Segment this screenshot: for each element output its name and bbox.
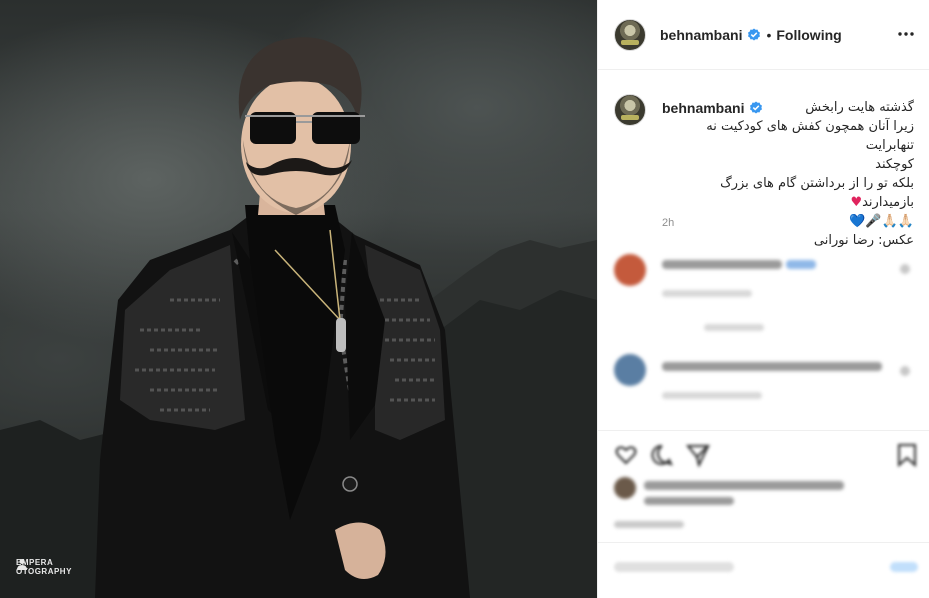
avatar[interactable] <box>614 18 646 51</box>
bookmark-icon[interactable] <box>896 443 918 467</box>
post-photo-artwork <box>0 37 597 598</box>
microphone-pendant <box>336 318 346 352</box>
add-comment-input[interactable] <box>614 562 734 572</box>
caption-line-3: کوچکند <box>875 157 914 172</box>
liked-by-text <box>644 481 844 490</box>
header-username[interactable]: behnambani <box>660 27 742 43</box>
send-icon[interactable] <box>686 443 710 467</box>
heart-icon[interactable] <box>614 443 638 467</box>
comment-meta <box>662 290 752 297</box>
comment-item <box>614 254 914 331</box>
more-horizontal-icon <box>898 32 914 36</box>
liked-by-section[interactable] <box>614 477 914 505</box>
caption-line-4-wrap: بلکه تو را از برداشتن گام های بزرگ بازمی… <box>662 174 914 212</box>
person-icon <box>17 559 27 570</box>
face <box>241 77 351 213</box>
verified-badge-icon <box>750 101 763 113</box>
post-actions <box>598 430 929 598</box>
comment-item <box>614 354 914 414</box>
liked-by-avatar <box>614 477 636 499</box>
jacket-button <box>342 476 358 492</box>
comment-emoji <box>786 260 816 269</box>
caption-avatar[interactable] <box>614 94 646 126</box>
comment-text <box>662 260 782 269</box>
heart-emoji: ♥ <box>850 195 863 210</box>
verified-badge-icon <box>748 28 761 40</box>
comment-avatar[interactable] <box>614 354 646 386</box>
comment-like-icon[interactable] <box>900 264 910 274</box>
add-comment-bar <box>598 542 929 598</box>
post-side-panel: behnambani • Following behnambani گذشته … <box>597 0 929 598</box>
post-photo[interactable]: EMPERA OTOGRAPHY <box>0 0 597 598</box>
caption-username[interactable]: behnambani <box>662 100 744 116</box>
comment-text <box>662 362 882 371</box>
caption-line-5: 🙏🏻🙏🏻🎤💙 <box>849 214 914 229</box>
view-replies[interactable] <box>704 324 764 331</box>
liked-by-count <box>644 497 734 505</box>
comment-avatar[interactable] <box>614 254 646 286</box>
following-button[interactable]: Following <box>776 27 841 43</box>
post-date <box>614 521 684 528</box>
header-separator: • <box>766 26 772 43</box>
caption-line-4: بلکه تو را از برداشتن گام های بزرگ بازمی… <box>720 176 914 210</box>
photographer-watermark: EMPERA OTOGRAPHY <box>16 558 72 576</box>
post-header: behnambani • Following <box>598 0 929 70</box>
caption-line-2: زیرا آنان همچون کفش های کودکیت نه تنهابر… <box>706 119 914 153</box>
comment-like-icon[interactable] <box>900 366 910 376</box>
comment-meta <box>662 392 762 399</box>
post-comment-button[interactable] <box>890 562 918 572</box>
caption-line-1: گذشته هایت رابخش <box>805 100 914 115</box>
more-options-button[interactable] <box>897 24 915 44</box>
comments-list <box>598 240 929 430</box>
caption-timestamp[interactable]: 2h <box>662 217 674 229</box>
comment-icon[interactable] <box>650 443 674 467</box>
